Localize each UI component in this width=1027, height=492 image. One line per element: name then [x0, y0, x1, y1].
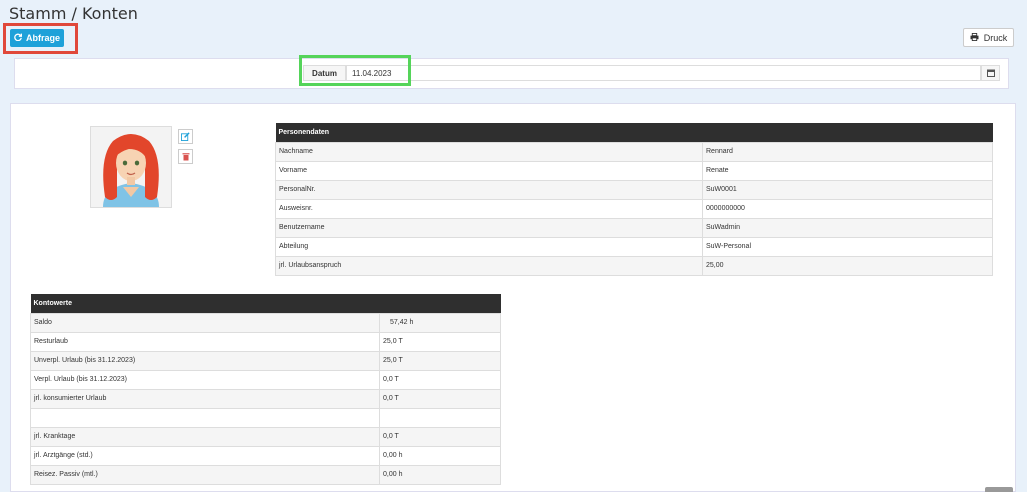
row-label: Saldo	[30, 312, 380, 333]
row-label	[30, 407, 380, 428]
table-row: jrl. Arztgänge (std.) 0,00 h	[30, 445, 501, 466]
row-label: Resturlaub	[30, 331, 380, 352]
row-label: Benutzername	[275, 217, 703, 238]
table-row: jrl. Urlaubsanspruch 25,00	[275, 255, 993, 276]
row-value: 0,0 T	[379, 426, 501, 447]
row-value: 25,00	[702, 255, 993, 276]
row-value: 0,00 h	[379, 445, 501, 466]
table-row: Abteilung SuW-Personal	[275, 236, 993, 257]
table-row: Nachname Rennard	[275, 141, 993, 162]
row-value: Renate	[702, 160, 993, 181]
row-label: PersonalNr.	[275, 179, 703, 200]
row-label: Ausweisnr.	[275, 198, 703, 219]
personal-data-header: Personendaten	[275, 123, 993, 142]
table-row	[30, 407, 501, 428]
highlight-query-button	[3, 23, 78, 54]
row-label: jrl. Urlaubsanspruch	[275, 255, 703, 276]
table-row: Saldo 57,42 h	[30, 312, 501, 333]
edit-photo-button[interactable]	[178, 129, 193, 144]
account-values-header: Kontowerte	[30, 294, 501, 313]
row-value: SuW0001	[702, 179, 993, 200]
scrollbar-thumb[interactable]	[985, 487, 1013, 492]
row-label: Abteilung	[275, 236, 703, 257]
row-value: 0,0 T	[379, 369, 501, 390]
avatar	[90, 126, 172, 208]
row-label: Vorname	[275, 160, 703, 181]
row-value: 0,0 T	[379, 388, 501, 409]
row-label: Reisez. Passiv (mtl.)	[30, 464, 380, 485]
row-value: 0000000000	[702, 198, 993, 219]
table-row: Reisez. Passiv (mtl.) 0,00 h	[30, 464, 501, 485]
row-label: jrl. Kranktage	[30, 426, 380, 447]
printer-icon	[970, 32, 979, 43]
row-value: 25,0 T	[379, 350, 501, 371]
row-value: Rennard	[702, 141, 993, 162]
table-row: Vorname Renate	[275, 160, 993, 181]
highlight-date-field	[299, 55, 411, 86]
table-row: Verpl. Urlaub (bis 31.12.2023) 0,0 T	[30, 369, 501, 390]
date-input[interactable]: 11.04.2023	[346, 65, 981, 81]
trash-icon	[182, 148, 190, 166]
row-value	[379, 407, 501, 428]
table-row: PersonalNr. SuW0001	[275, 179, 993, 200]
delete-photo-button[interactable]	[178, 149, 193, 164]
account-values-table: Kontowerte Saldo 57,42 h Resturlaub 25,0 T…	[30, 294, 501, 485]
table-row: Benutzername SuWadmin	[275, 217, 993, 238]
table-row: Unverpl. Urlaub (bis 31.12.2023) 25,0 T	[30, 350, 501, 371]
table-row: jrl. konsumierter Urlaub 0,0 T	[30, 388, 501, 409]
row-label: jrl. Arztgänge (std.)	[30, 445, 380, 466]
row-value: 57,42 h	[379, 312, 501, 333]
row-value: SuWadmin	[702, 217, 993, 238]
print-button[interactable]: Druck	[963, 28, 1014, 47]
row-value: 25,0 T	[379, 331, 501, 352]
calendar-button[interactable]	[981, 65, 1000, 81]
personal-data-table: Personendaten Nachname Rennard Vorname Ren…	[275, 123, 993, 276]
page-title: Stamm / Konten	[9, 4, 138, 23]
row-label: Verpl. Urlaub (bis 31.12.2023)	[30, 369, 380, 390]
row-value: 0,00 h	[379, 464, 501, 485]
edit-icon	[181, 128, 190, 146]
print-button-label: Druck	[983, 32, 1008, 43]
row-value: SuW-Personal	[702, 236, 993, 257]
row-label: jrl. konsumierter Urlaub	[30, 388, 380, 409]
calendar-icon	[986, 64, 995, 82]
row-label: Unverpl. Urlaub (bis 31.12.2023)	[30, 350, 380, 371]
table-row: jrl. Kranktage 0,0 T	[30, 426, 501, 447]
table-row: Resturlaub 25,0 T	[30, 331, 501, 352]
row-label: Nachname	[275, 141, 703, 162]
table-row: Ausweisnr. 0000000000	[275, 198, 993, 219]
